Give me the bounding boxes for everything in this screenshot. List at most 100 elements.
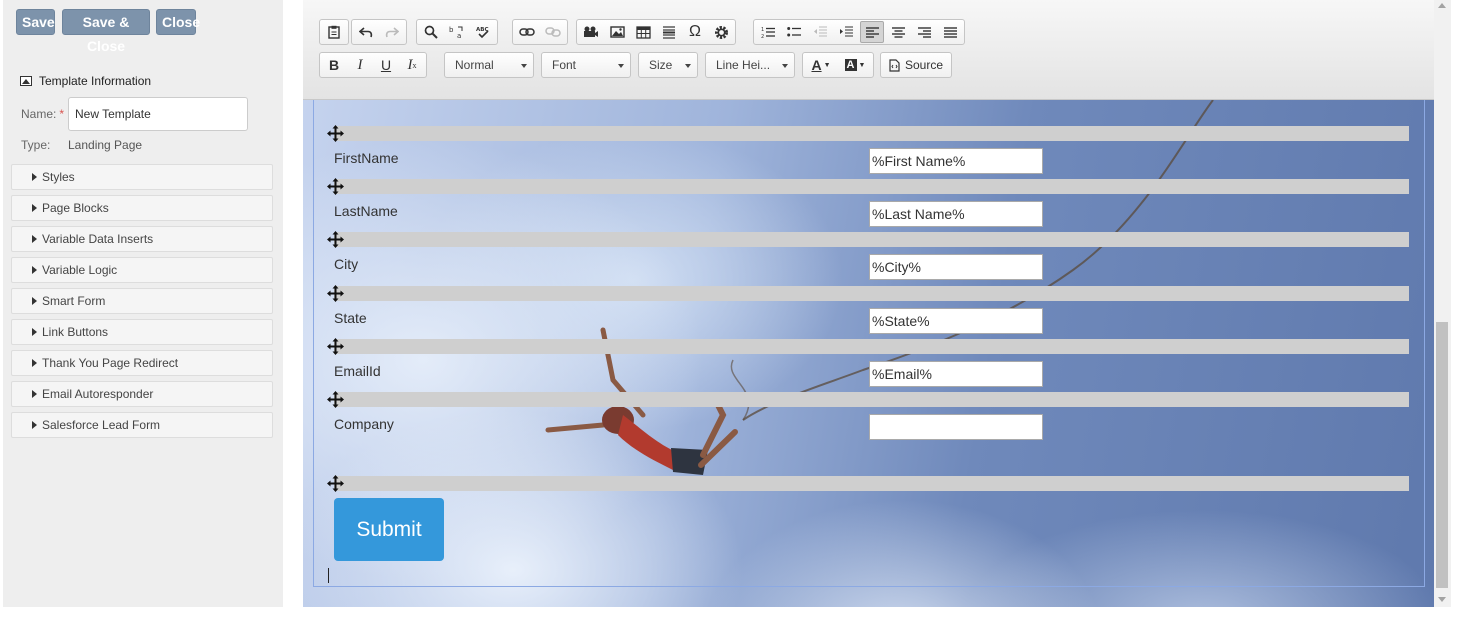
form-field-input[interactable] <box>869 201 1043 227</box>
video-icon[interactable] <box>579 21 603 43</box>
close-button[interactable]: Close <box>156 9 200 35</box>
form-field-input[interactable] <box>869 254 1043 280</box>
page-scrollbar[interactable] <box>1434 0 1451 607</box>
template-name-input[interactable] <box>68 97 248 131</box>
accordion-link-buttons[interactable]: Link Buttons <box>11 319 273 345</box>
accordion-label: Email Autoresponder <box>42 387 154 401</box>
submit-row-drag-bar[interactable] <box>334 476 1409 491</box>
form-row-drag-bar[interactable] <box>334 232 1409 247</box>
accordion-styles[interactable]: Styles <box>11 164 273 190</box>
move-handle-icon[interactable] <box>327 285 344 302</box>
toolbar-group-links <box>512 19 568 45</box>
form-row-drag-bar[interactable] <box>334 179 1409 194</box>
caret-right-icon <box>32 266 37 274</box>
save-button[interactable]: Save <box>16 9 55 35</box>
italic-icon[interactable]: I <box>348 54 372 76</box>
form-field-label: State <box>334 310 367 326</box>
numbered-list-icon[interactable]: 12 <box>756 21 780 43</box>
special-character-icon[interactable]: Ω <box>683 21 707 43</box>
form-field-input[interactable] <box>869 414 1043 440</box>
find-icon[interactable] <box>419 21 443 43</box>
toolbar-group-editing: ba ABC <box>416 19 498 45</box>
link-icon[interactable] <box>515 21 539 43</box>
caret-right-icon <box>32 328 37 336</box>
bulleted-list-icon[interactable] <box>782 21 806 43</box>
size-dropdown[interactable]: Size <box>638 52 698 78</box>
form-field-label: City <box>334 256 359 272</box>
save-and-close-button[interactable]: Save & Close <box>62 9 150 54</box>
align-center-icon[interactable] <box>886 21 910 43</box>
gear-icon[interactable] <box>709 21 733 43</box>
image-icon[interactable] <box>605 21 629 43</box>
table-icon[interactable] <box>631 21 655 43</box>
scroll-down-icon[interactable] <box>1438 597 1446 602</box>
spellcheck-icon[interactable]: ABC <box>471 21 495 43</box>
align-left-icon[interactable] <box>860 21 884 43</box>
move-handle-icon[interactable] <box>327 475 344 492</box>
editor-toolbar: ba ABC Ω 1 2 B I U I x Normal Font Size … <box>303 0 1434 100</box>
accordion-email-autoresponder[interactable]: Email Autoresponder <box>11 381 273 407</box>
form-field-input[interactable] <box>869 148 1043 174</box>
move-handle-icon[interactable] <box>327 178 344 195</box>
format-dropdown[interactable]: Normal <box>444 52 534 78</box>
bold-icon[interactable]: B <box>322 54 346 76</box>
move-handle-icon[interactable] <box>327 231 344 248</box>
undo-icon[interactable] <box>354 21 378 43</box>
unlink-icon[interactable] <box>541 21 565 43</box>
scroll-up-icon[interactable] <box>1438 3 1446 8</box>
justify-icon[interactable] <box>938 21 962 43</box>
remove-format-icon[interactable]: Ix <box>400 54 424 76</box>
form-field-input[interactable] <box>869 361 1043 387</box>
form-field-label: LastName <box>334 203 398 219</box>
text-color-glyph: A <box>811 57 822 73</box>
source-button-label: Source <box>905 58 944 72</box>
accordion-variable-data-inserts[interactable]: Variable Data Inserts <box>11 226 273 252</box>
scroll-thumb[interactable] <box>1436 322 1448 588</box>
wysiwyg-editor: ba ABC Ω 1 2 B I U I x Normal Font Size … <box>303 0 1434 607</box>
caret-right-icon <box>32 421 37 429</box>
source-button[interactable]: Source <box>880 52 952 78</box>
accordion-label: Thank You Page Redirect <box>42 356 179 370</box>
indent-icon[interactable] <box>834 21 858 43</box>
move-handle-icon[interactable] <box>327 391 344 408</box>
accordion-smart-form[interactable]: Smart Form <box>11 288 273 314</box>
paste-icon[interactable] <box>322 21 346 43</box>
size-dropdown-label: Size <box>649 58 673 72</box>
outdent-icon[interactable] <box>808 21 832 43</box>
submit-button[interactable]: Submit <box>334 498 444 561</box>
line-height-dropdown[interactable]: Line Hei... <box>705 52 795 78</box>
accordion-label: Variable Logic <box>42 263 118 277</box>
name-label-text: Name: <box>21 107 57 121</box>
toolbar-group-history <box>351 19 407 45</box>
accordion-variable-logic[interactable]: Variable Logic <box>11 257 273 283</box>
horizontal-rule-icon[interactable] <box>657 21 681 43</box>
accordion-label: Link Buttons <box>42 325 109 339</box>
background-color-icon[interactable]: A ▼ <box>839 54 871 76</box>
template-information-label: Template Information <box>39 74 152 88</box>
move-handle-icon[interactable] <box>327 125 344 142</box>
form-row-drag-bar[interactable] <box>334 392 1409 407</box>
form-field-input[interactable] <box>869 308 1043 334</box>
accordion-thank-you-page-redirect[interactable]: Thank You Page Redirect <box>11 350 273 376</box>
move-handle-icon[interactable] <box>327 338 344 355</box>
replace-icon[interactable]: ba <box>445 21 469 43</box>
type-label: Type: <box>21 138 51 152</box>
text-color-icon[interactable]: A ▼ <box>805 54 837 76</box>
caret-right-icon <box>32 297 37 305</box>
accordion-label: Styles <box>42 170 75 184</box>
caret-right-icon <box>32 173 37 181</box>
font-dropdown-label: Font <box>552 58 577 72</box>
toolbar-group-insert: Ω <box>576 19 736 45</box>
redo-icon[interactable] <box>380 21 404 43</box>
form-row-drag-bar[interactable] <box>334 339 1409 354</box>
accordion-label: Smart Form <box>42 294 106 308</box>
form-row-drag-bar[interactable] <box>334 286 1409 301</box>
underline-icon[interactable]: U <box>374 54 398 76</box>
accordion-salesforce-lead-form[interactable]: Salesforce Lead Form <box>11 412 273 438</box>
svg-text:a: a <box>457 32 461 39</box>
accordion-page-blocks[interactable]: Page Blocks <box>11 195 273 221</box>
caret-right-icon <box>32 204 37 212</box>
form-row-drag-bar[interactable] <box>334 126 1409 141</box>
align-right-icon[interactable] <box>912 21 936 43</box>
font-dropdown[interactable]: Font <box>541 52 631 78</box>
